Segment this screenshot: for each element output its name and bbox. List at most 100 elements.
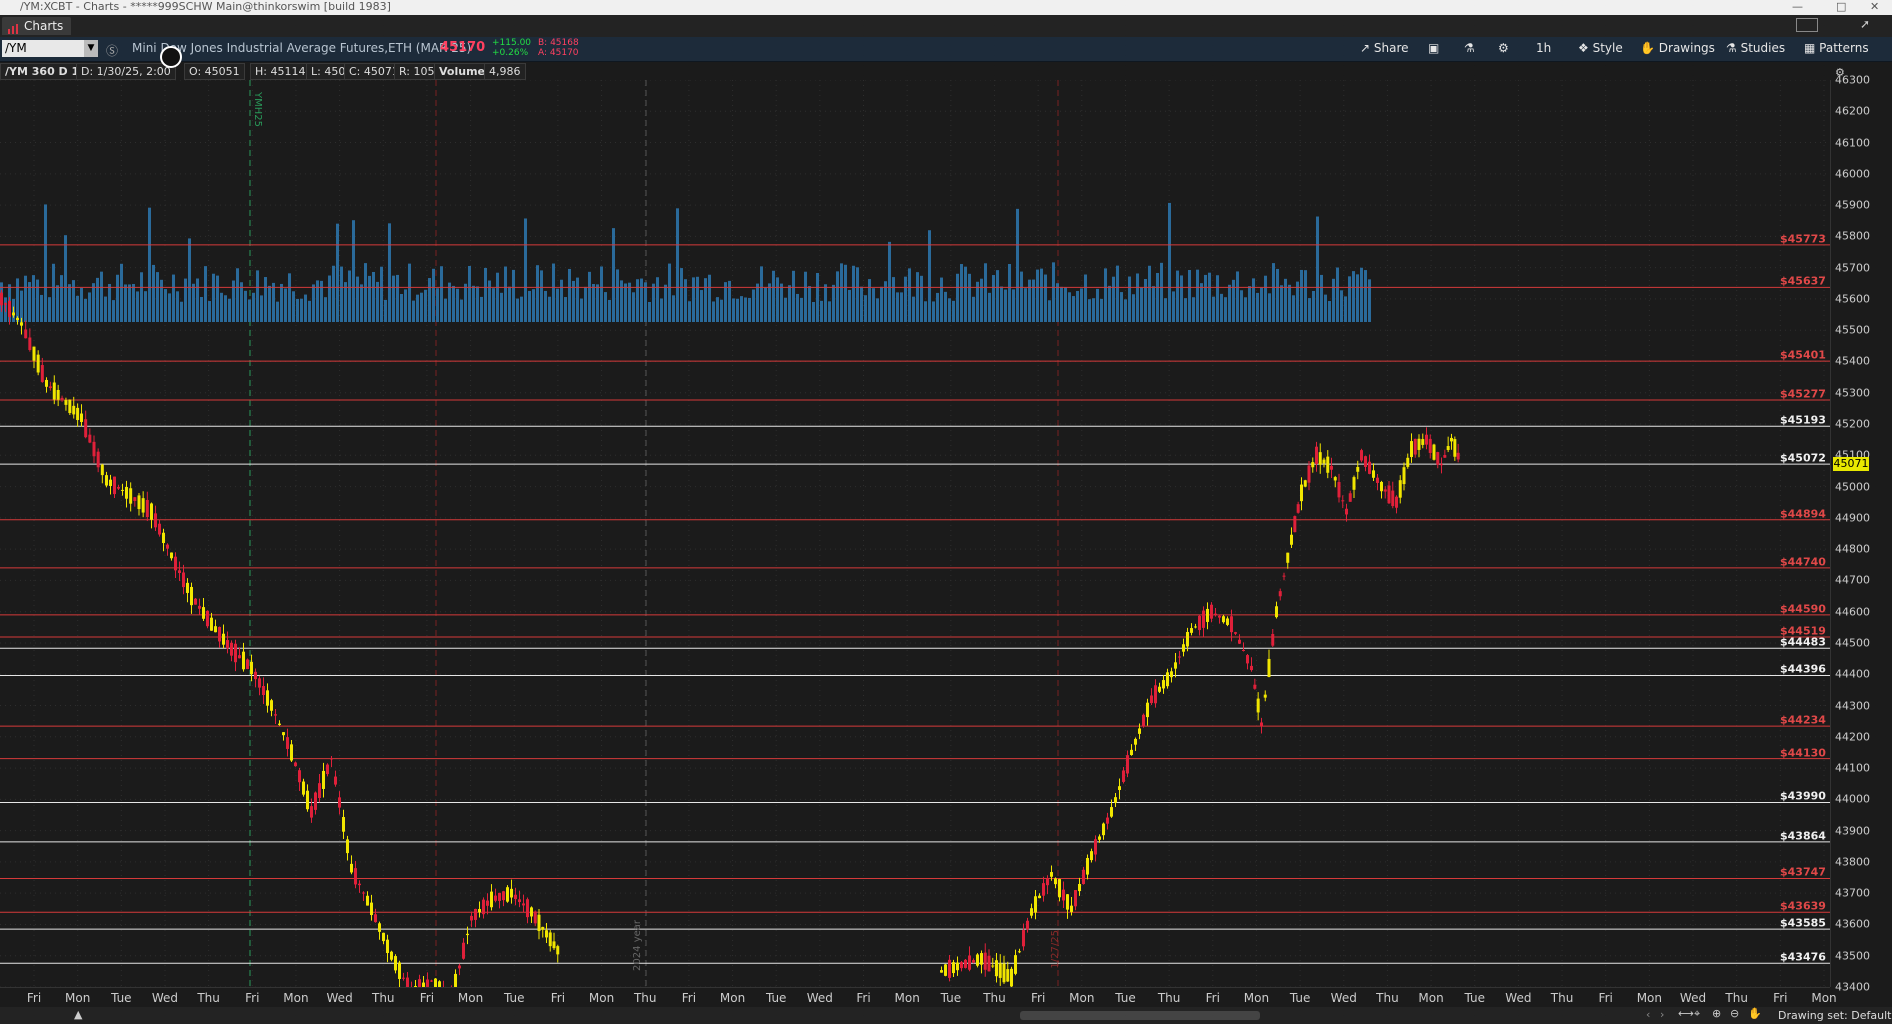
collapse-icon[interactable]: ▲ <box>74 1008 82 1021</box>
close-icon[interactable]: ✕ <box>1870 0 1879 14</box>
flask-icon[interactable]: ⚗ <box>1464 41 1475 55</box>
candle-body <box>987 955 991 972</box>
volume-bar <box>756 283 759 322</box>
time-axis[interactable]: Fri Mon Tue Wed Thu Fri Mon Wed Thu Fri Mon Tue Fri M… <box>0 987 1837 1008</box>
candle-body <box>1417 438 1421 450</box>
scroll-right-icon[interactable]: › <box>1660 1008 1664 1021</box>
volume-bar <box>804 271 807 322</box>
volume-bar <box>1112 276 1115 322</box>
volume-bar <box>1004 289 1007 322</box>
candle-body <box>1456 452 1460 460</box>
candle-body <box>402 977 405 979</box>
volume-bar <box>1052 262 1055 322</box>
volume-bar <box>1248 286 1251 322</box>
volume-bar <box>1244 297 1247 322</box>
volume-bar <box>1128 276 1131 322</box>
tab-charts[interactable]: Charts <box>2 17 72 35</box>
candle-body <box>1182 644 1185 652</box>
gear-icon[interactable]: ⚙ <box>1498 41 1509 55</box>
volume-bar <box>684 279 687 322</box>
volume-bar <box>356 276 359 322</box>
time-tick: Mon <box>65 991 91 1005</box>
volume-value: 4,986 <box>484 63 526 80</box>
volume-bar <box>900 292 903 322</box>
volume-bar <box>604 292 607 322</box>
time-tick: Mon <box>1418 991 1444 1005</box>
volume-bar <box>520 296 523 322</box>
patterns-button[interactable]: ▦ Patterns <box>1804 41 1869 55</box>
candle-body <box>374 914 377 923</box>
candle-body <box>88 434 92 443</box>
volume-bar <box>1012 289 1015 322</box>
time-tick: Tue <box>1289 991 1311 1005</box>
studies-button[interactable]: ⚗ Studies <box>1726 41 1785 55</box>
candle-body <box>1130 749 1133 756</box>
pan-icon[interactable]: ⟷ <box>1678 1007 1694 1020</box>
style-button[interactable]: ❖ Style <box>1578 41 1623 55</box>
horizontal-scrollbar[interactable] <box>1020 1011 1260 1020</box>
candle-body <box>995 960 998 977</box>
volume-bar <box>724 282 727 322</box>
bid-price: B: 45168 <box>538 38 579 48</box>
price-chart[interactable]: YMH25 2024 year 1/27/25 <box>0 79 1830 1012</box>
maximize-icon[interactable]: □ <box>1836 0 1846 14</box>
time-tick: Mon <box>588 991 615 1005</box>
volume-bar <box>668 263 671 322</box>
price-axis[interactable]: ⚙ 43400 43500 43600 43700 43800 43900 44000 441… <box>1830 66 1892 994</box>
volume-bar <box>584 286 587 322</box>
level-label: $45773 <box>1780 232 1826 246</box>
volume-bar <box>700 290 703 322</box>
volume-bar <box>744 297 747 322</box>
link-icon[interactable]: Ⓢ <box>106 42 118 59</box>
ask-price: A: 45170 <box>538 48 579 58</box>
volume-bar <box>960 264 963 322</box>
volume-bar <box>464 283 467 322</box>
hand-icon: ✋ <box>1640 41 1659 55</box>
volume-bar <box>1224 297 1227 322</box>
zoom-out-icon[interactable]: ⊖ <box>1730 1007 1739 1020</box>
zoom-in-icon[interactable]: ⊕ <box>1712 1007 1721 1020</box>
snapshot-icon[interactable]: ▣ <box>1428 41 1439 55</box>
candle-body <box>1413 438 1417 455</box>
bottom-bar: ▲ ‹ › ⟷ ⌖ ⊕ ⊖ ✋ Drawing set: Default <box>0 1007 1892 1024</box>
timeframe-button[interactable]: 1h <box>1536 41 1551 55</box>
volume-bar <box>996 270 999 322</box>
volume-bar <box>108 283 111 322</box>
candle-body <box>80 413 83 423</box>
volume-bar <box>888 241 891 322</box>
candle-body <box>290 744 293 761</box>
scroll-left-icon[interactable]: ‹ <box>1646 1008 1650 1021</box>
panel-toggle-icon[interactable] <box>1796 18 1818 32</box>
high-value: H: 45114 <box>250 63 311 80</box>
volume-bar <box>240 282 243 322</box>
pin-icon[interactable]: ➚ <box>1860 17 1870 31</box>
drawings-button[interactable]: ✋ Drawings <box>1640 41 1715 55</box>
candle-body <box>8 300 11 317</box>
symbol-input[interactable]: /YM ▼ <box>2 40 98 57</box>
candle-body <box>1406 457 1410 467</box>
candle-body <box>64 400 68 405</box>
time-tick: Fri <box>550 991 566 1005</box>
location-pin-icon[interactable] <box>160 46 182 68</box>
time-tick: Thu <box>983 991 1006 1005</box>
candle-body <box>1138 728 1141 734</box>
volume-bar <box>1276 268 1279 322</box>
share-button[interactable]: ↗ Share <box>1360 41 1409 55</box>
candle-body <box>1126 755 1129 774</box>
chart-canvas[interactable] <box>0 79 1830 1012</box>
candle-body <box>350 863 353 873</box>
candle-body <box>218 626 221 642</box>
hand-icon[interactable]: ✋ <box>1748 1007 1762 1020</box>
chevron-down-icon[interactable]: ▼ <box>84 40 98 57</box>
volume-bar <box>944 291 947 322</box>
candle-body <box>537 914 541 932</box>
volume-bar <box>160 279 163 322</box>
candle-body <box>230 642 233 656</box>
crosshair-icon[interactable]: ⌖ <box>1694 1007 1700 1021</box>
volume-bar <box>40 294 43 322</box>
volume-bar <box>124 284 127 322</box>
candle-body <box>258 678 261 688</box>
volume-bar <box>196 278 199 322</box>
candle-body <box>1391 490 1395 507</box>
minimize-icon[interactable]: — <box>1792 0 1803 14</box>
